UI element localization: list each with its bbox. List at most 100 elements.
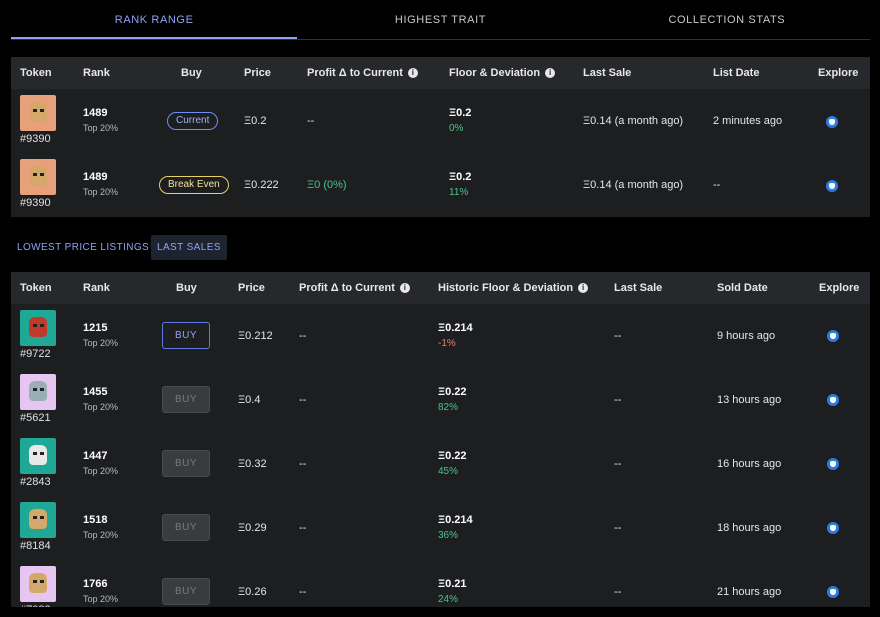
buy-button[interactable]: BUY bbox=[162, 514, 210, 541]
token-image[interactable] bbox=[20, 438, 56, 474]
list-date: -- bbox=[713, 179, 721, 191]
rank-number: 1215 bbox=[83, 322, 108, 334]
rank-percentile: Top 20% bbox=[83, 402, 119, 412]
last-sale: -- bbox=[614, 458, 622, 470]
profit: -- bbox=[299, 394, 307, 406]
info-icon[interactable]: i bbox=[545, 68, 556, 78]
opensea-icon[interactable] bbox=[827, 522, 839, 534]
break-even-badge: Break Even bbox=[159, 176, 229, 194]
opensea-icon[interactable] bbox=[827, 330, 839, 342]
price: Ξ0.26 bbox=[238, 586, 267, 598]
opensea-icon[interactable] bbox=[827, 586, 839, 598]
current-badge: Current bbox=[167, 112, 219, 130]
col-last-sale: Last Sale bbox=[583, 67, 632, 79]
col-price: Price bbox=[238, 282, 265, 294]
floor-price: Ξ0.214 bbox=[438, 322, 473, 334]
floor-cell: Ξ0.2 0% bbox=[449, 107, 471, 134]
col-buy: Buy bbox=[176, 282, 197, 294]
last-sale: -- bbox=[614, 394, 622, 406]
rank-cell: 1489 Top 20% bbox=[83, 107, 118, 133]
price: Ξ0.212 bbox=[238, 330, 273, 342]
token-image[interactable] bbox=[20, 566, 56, 602]
col-profit: Profit Δ to Current i bbox=[299, 272, 410, 304]
deviation: 11% bbox=[449, 187, 469, 198]
deviation: 0% bbox=[449, 123, 464, 134]
floor-cell: Ξ0.22 82% bbox=[438, 386, 467, 413]
opensea-icon[interactable] bbox=[826, 116, 838, 128]
deviation: 45% bbox=[438, 466, 459, 477]
rank-cell: 1518 Top 20% bbox=[83, 514, 118, 540]
buy-button[interactable]: BUY bbox=[162, 322, 210, 349]
buy-button[interactable]: BUY bbox=[162, 450, 210, 477]
last-sale: Ξ0.14 (a month ago) bbox=[583, 179, 684, 191]
col-sold-date: Sold Date bbox=[717, 282, 768, 294]
token-id[interactable]: #5621 bbox=[20, 412, 51, 424]
col-token: Token bbox=[20, 282, 52, 294]
sold-date: 16 hours ago bbox=[717, 458, 782, 470]
token-image[interactable] bbox=[20, 95, 56, 131]
token-id[interactable]: #9390 bbox=[20, 197, 51, 209]
opensea-icon[interactable] bbox=[827, 394, 839, 406]
table-header: Token Rank Buy Price Profit Δ to Current… bbox=[11, 57, 870, 89]
floor-cell: Ξ0.2 11% bbox=[449, 171, 471, 198]
rank-cell: 1766 Top 20% bbox=[83, 578, 118, 604]
buy-button[interactable]: BUY bbox=[162, 386, 210, 413]
floor-price: Ξ0.2 bbox=[449, 107, 472, 119]
subtab-last-sales[interactable]: LAST SALES bbox=[151, 235, 227, 260]
token-image[interactable] bbox=[20, 502, 56, 538]
col-last-sale: Last Sale bbox=[614, 282, 663, 294]
tab-highest-trait[interactable]: HIGHEST TRAIT bbox=[297, 0, 583, 39]
last-sale: -- bbox=[614, 586, 622, 598]
price: Ξ0.2 bbox=[244, 115, 267, 127]
rank-percentile: Top 20% bbox=[83, 187, 119, 197]
col-rank: Rank bbox=[83, 282, 110, 294]
rank-cell: 1215 Top 20% bbox=[83, 322, 118, 348]
table-row: #5621 1455 Top 20% BUY Ξ0.4 -- Ξ0.22 82%… bbox=[11, 368, 870, 432]
table-row: #9390 1489 Top 20% Break Even Ξ0.222 Ξ0 … bbox=[11, 153, 870, 217]
token-id[interactable]: #9390 bbox=[20, 133, 51, 145]
token-image[interactable] bbox=[20, 310, 56, 346]
top-tabs: RANK RANGE HIGHEST TRAIT COLLECTION STAT… bbox=[11, 0, 870, 40]
info-icon[interactable]: i bbox=[578, 283, 589, 293]
tab-rank-range[interactable]: RANK RANGE bbox=[11, 0, 298, 39]
opensea-icon[interactable] bbox=[827, 458, 839, 470]
rank-range-table: Token Rank Buy Price Profit Δ to Current… bbox=[11, 57, 870, 217]
opensea-icon[interactable] bbox=[826, 180, 838, 192]
table-row: #7082 1766 Top 20% BUY Ξ0.26 -- Ξ0.21 24… bbox=[11, 560, 870, 607]
floor-cell: Ξ0.22 45% bbox=[438, 450, 467, 477]
token-id[interactable]: #9722 bbox=[20, 348, 51, 360]
profit: Ξ0 (0%) bbox=[307, 179, 347, 191]
last-sale: -- bbox=[614, 522, 622, 534]
sold-date: 9 hours ago bbox=[717, 330, 776, 342]
token-image[interactable] bbox=[20, 374, 56, 410]
info-icon[interactable]: i bbox=[407, 68, 418, 78]
token-id[interactable]: #7082 bbox=[20, 604, 51, 607]
rank-percentile: Top 20% bbox=[83, 338, 119, 348]
col-list-date: List Date bbox=[713, 67, 760, 79]
info-icon[interactable]: i bbox=[399, 283, 410, 293]
token-id[interactable]: #2843 bbox=[20, 476, 51, 488]
floor-cell: Ξ0.214 36% bbox=[438, 514, 473, 541]
buy-button[interactable]: BUY bbox=[162, 578, 210, 605]
table-row: #9722 1215 Top 20% BUY Ξ0.212 -- Ξ0.214 … bbox=[11, 304, 870, 368]
profit: -- bbox=[299, 458, 307, 470]
table-header: Token Rank Buy Price Profit Δ to Current… bbox=[11, 272, 870, 304]
sold-date: 18 hours ago bbox=[717, 522, 782, 534]
subtab-lowest-price-listings[interactable]: LOWEST PRICE LISTINGS bbox=[11, 235, 155, 260]
rank-percentile: Top 20% bbox=[83, 594, 119, 604]
profit: -- bbox=[299, 522, 307, 534]
tab-collection-stats[interactable]: COLLECTION STATS bbox=[584, 0, 870, 39]
floor-price: Ξ0.22 bbox=[438, 450, 467, 462]
rank-cell: 1489 Top 20% bbox=[83, 171, 118, 197]
token-id[interactable]: #8184 bbox=[20, 540, 51, 552]
token-image[interactable] bbox=[20, 159, 56, 195]
floor-cell: Ξ0.21 24% bbox=[438, 578, 467, 605]
rank-number: 1766 bbox=[83, 578, 108, 590]
rank-number: 1455 bbox=[83, 386, 108, 398]
col-profit: Profit Δ to Current i bbox=[307, 57, 418, 89]
col-rank: Rank bbox=[83, 67, 110, 79]
floor-price: Ξ0.2 bbox=[449, 171, 472, 183]
price: Ξ0.29 bbox=[238, 522, 267, 534]
rank-percentile: Top 20% bbox=[83, 466, 119, 476]
deviation: 82% bbox=[438, 402, 459, 413]
